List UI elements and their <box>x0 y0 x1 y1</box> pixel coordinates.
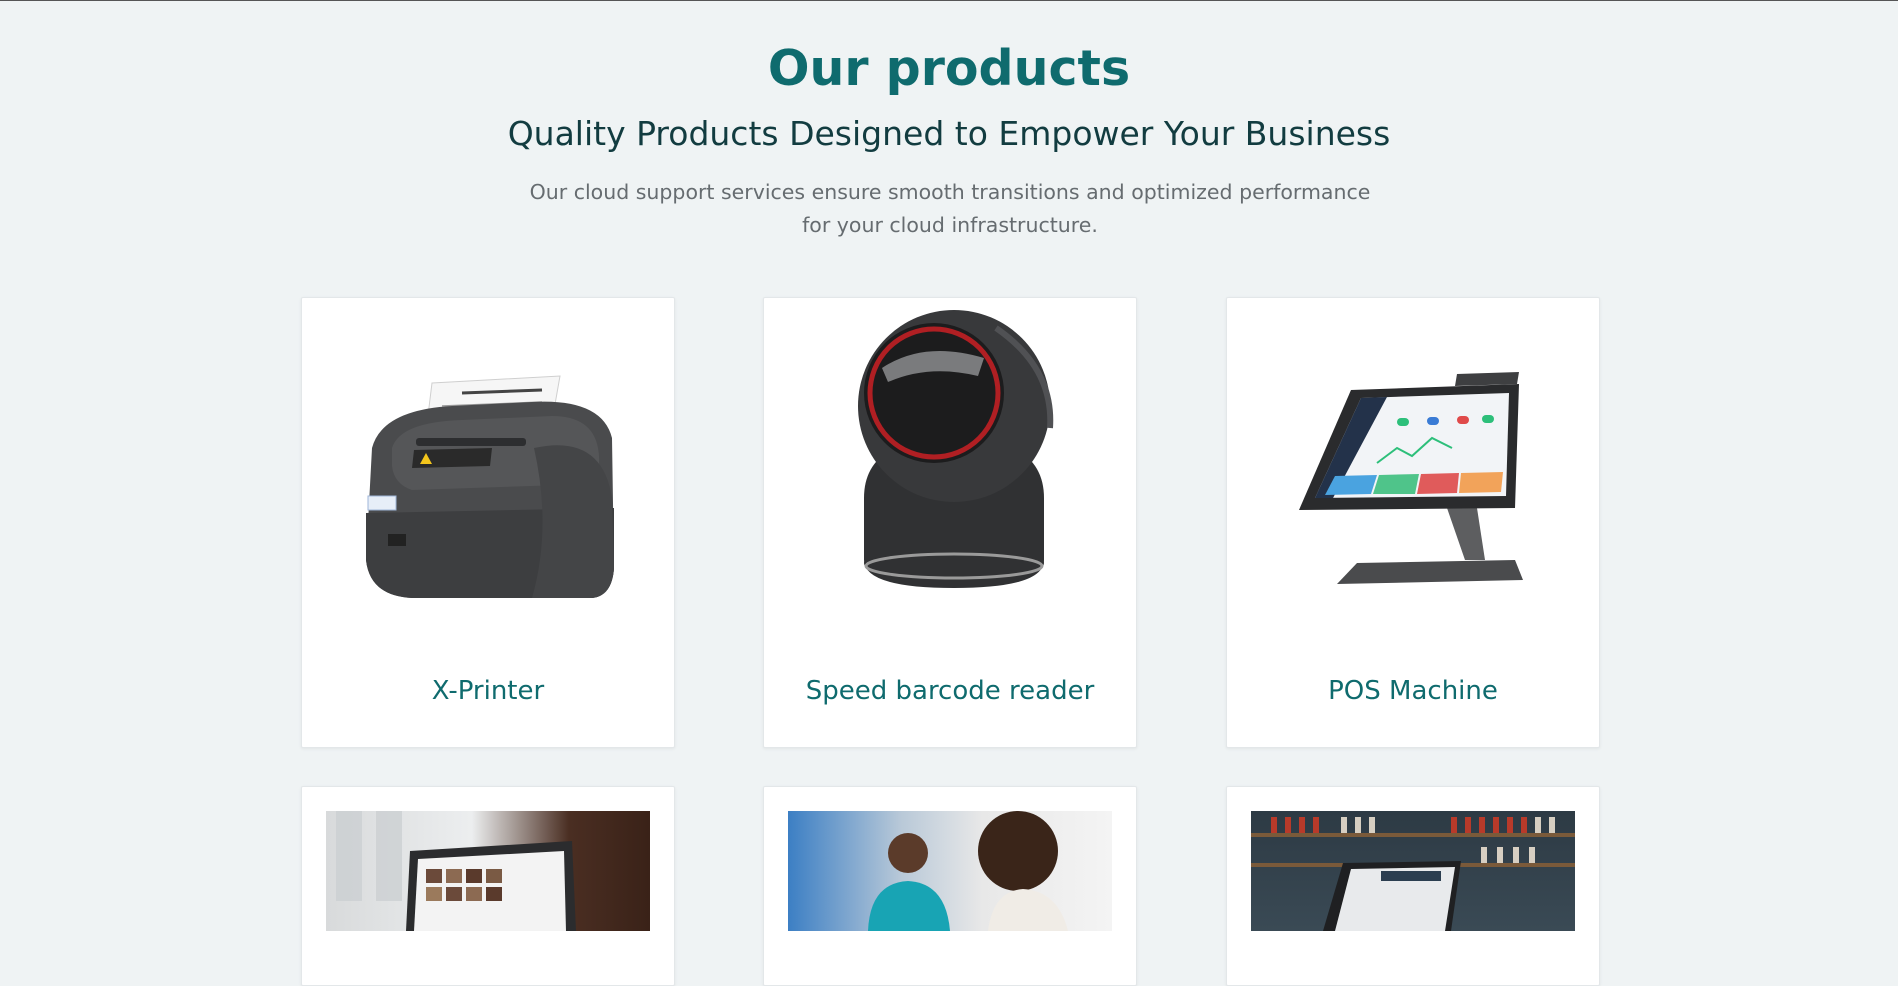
product-card-x-printer[interactable]: X-Printer <box>301 297 675 748</box>
product-name: X-Printer <box>431 676 545 706</box>
page-subtitle: Quality Products Designed to Empower You… <box>507 114 1391 153</box>
thermal-printer-image <box>366 375 614 598</box>
product-card-barcode-reader[interactable]: Speed barcode reader <box>763 297 1137 748</box>
product-name: Speed barcode reader <box>805 676 1095 706</box>
page-title: Our products <box>767 40 1131 97</box>
product-card-5[interactable] <box>763 786 1137 986</box>
top-border <box>0 0 1898 1</box>
pos-terminal-image <box>1299 372 1523 584</box>
barcode-scanner-image <box>858 310 1054 588</box>
people-shopping-photo <box>788 811 1112 931</box>
product-card-4[interactable] <box>301 786 675 986</box>
product-card-6[interactable] <box>1226 786 1600 986</box>
bar-pos-photo <box>1251 811 1575 931</box>
product-card-pos-machine[interactable]: POS Machine <box>1226 297 1600 748</box>
product-name: POS Machine <box>1328 676 1498 706</box>
page-description: Our cloud support services ensure smooth… <box>529 180 1371 237</box>
tablet-menu-photo <box>326 811 650 931</box>
